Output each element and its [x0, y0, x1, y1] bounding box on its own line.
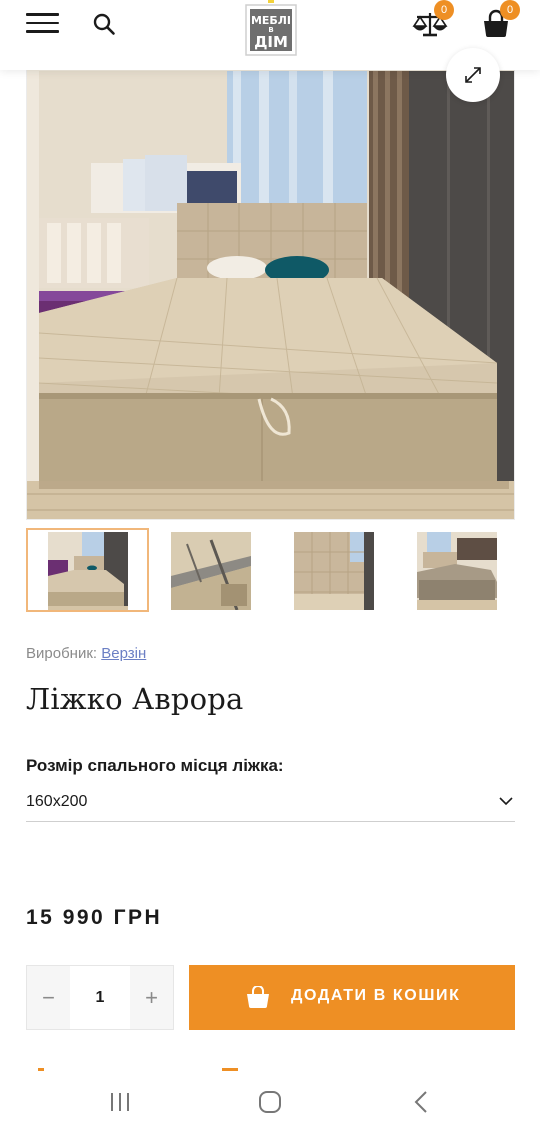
thumbnail-3[interactable]: [272, 528, 395, 612]
size-select[interactable]: 160х200: [26, 786, 515, 822]
partial-icon: [38, 1068, 44, 1071]
system-nav-bar: [0, 1072, 540, 1134]
site-logo[interactable]: МЕБЛІ В ДІМ: [244, 0, 298, 58]
recent-apps-icon[interactable]: [108, 1090, 132, 1114]
expand-icon: [465, 67, 481, 83]
compare-count-badge: 0: [434, 0, 454, 20]
quantity-input[interactable]: 1: [70, 966, 130, 1029]
thumbnail-4[interactable]: [395, 528, 518, 612]
product-title: Ліжко Аврора: [26, 682, 244, 716]
quantity-increase-button[interactable]: +: [130, 966, 173, 1029]
zoom-button[interactable]: [446, 48, 500, 102]
add-to-cart-label: ДОДАТИ В КОШИК: [291, 987, 461, 1004]
size-selected-value: 160х200: [26, 793, 88, 810]
add-to-cart-button[interactable]: ДОДАТИ В КОШИК: [189, 965, 515, 1030]
search-icon[interactable]: [92, 12, 116, 36]
cart-count-badge: 0: [500, 0, 520, 20]
manufacturer-label: Виробник:: [26, 645, 98, 662]
thumbnail-image: [417, 532, 497, 610]
cart-button[interactable]: 0: [480, 0, 520, 40]
shopping-bag-icon: [247, 986, 269, 1008]
quantity-stepper: − 1 +: [26, 965, 174, 1030]
hamburger-icon[interactable]: [26, 13, 59, 33]
thumbnail-2[interactable]: [149, 528, 272, 612]
thumbnail-1[interactable]: [26, 528, 149, 612]
home-icon[interactable]: [258, 1090, 282, 1114]
compare-button[interactable]: 0: [412, 0, 454, 40]
logo-line-3: ДІМ: [254, 33, 288, 51]
manufacturer-line: Виробник: Верзін: [26, 645, 146, 662]
quantity-decrease-button[interactable]: −: [27, 966, 70, 1029]
thumbnail-image: [171, 532, 251, 610]
size-label: Розмір спального місця ліжка:: [26, 756, 284, 775]
product-main-image[interactable]: [26, 62, 515, 520]
thumbnail-strip: [26, 528, 515, 612]
partial-icon: [222, 1068, 238, 1071]
bed-photo: [27, 63, 514, 519]
thumbnail-image: [48, 532, 128, 610]
chevron-down-icon: [499, 797, 513, 806]
manufacturer-link[interactable]: Верзін: [101, 645, 146, 662]
thumbnail-image: [294, 532, 374, 610]
back-icon[interactable]: [410, 1090, 434, 1114]
product-price: 15 990 ГРН: [26, 906, 163, 929]
